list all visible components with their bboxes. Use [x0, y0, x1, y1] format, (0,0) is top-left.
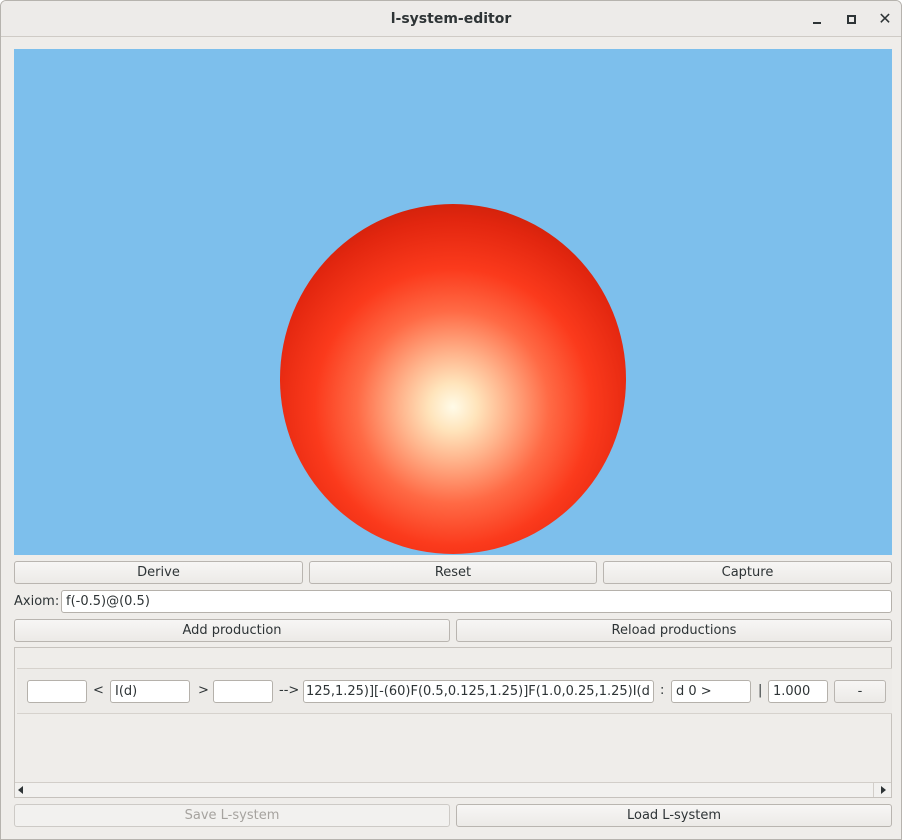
probability-input[interactable]: 1.000 — [768, 680, 828, 703]
axiom-input[interactable]: f(-0.5)@(0.5) — [61, 590, 892, 613]
rendered-sphere — [280, 204, 626, 554]
right-context-input[interactable] — [213, 680, 273, 703]
maximize-button[interactable] — [840, 8, 862, 30]
scroll-right-icon[interactable] — [881, 786, 886, 794]
minimize-button[interactable] — [806, 8, 828, 30]
scroll-left-icon[interactable] — [18, 786, 23, 794]
render-viewport[interactable] — [14, 49, 892, 555]
horizontal-scrollbar[interactable] — [15, 782, 891, 797]
minimize-icon — [813, 22, 821, 24]
production-row: < I(d) > --> 125,1.25)][-(60)F(0.5,0.125… — [17, 668, 892, 714]
right-context-separator: > — [198, 683, 209, 698]
predecessor-input[interactable]: I(d) — [110, 680, 190, 703]
title-bar: l-system-editor ✕ — [1, 1, 901, 37]
production-arrow: --> — [279, 683, 300, 698]
probability-separator: | — [758, 683, 763, 698]
window-title: l-system-editor — [390, 11, 512, 27]
reload-productions-button[interactable]: Reload productions — [456, 619, 892, 642]
app-window: l-system-editor ✕ Derive Reset Capture A… — [0, 0, 902, 840]
capture-button[interactable]: Capture — [603, 561, 892, 584]
maximize-icon — [846, 14, 856, 24]
successor-input[interactable]: 125,1.25)][-(60)F(0.5,0.125,1.25)]F(1.0,… — [303, 680, 654, 703]
reset-button[interactable]: Reset — [309, 561, 597, 584]
close-icon: ✕ — [878, 9, 892, 28]
save-lsystem-button[interactable]: Save L-system — [14, 804, 450, 827]
left-context-separator: < — [93, 683, 104, 698]
condition-input[interactable]: d 0 > — [671, 680, 751, 703]
derive-button[interactable]: Derive — [14, 561, 303, 584]
add-production-button[interactable]: Add production — [14, 619, 450, 642]
load-lsystem-button[interactable]: Load L-system — [456, 804, 892, 827]
productions-scroll-area[interactable]: < I(d) > --> 125,1.25)][-(60)F(0.5,0.125… — [14, 647, 892, 798]
scrollbar-divider — [873, 783, 874, 797]
condition-separator: : — [660, 683, 665, 698]
close-button[interactable]: ✕ — [874, 8, 896, 30]
axiom-label: Axiom: — [14, 594, 60, 609]
remove-production-button[interactable]: - — [834, 680, 886, 703]
left-context-input[interactable] — [27, 680, 87, 703]
